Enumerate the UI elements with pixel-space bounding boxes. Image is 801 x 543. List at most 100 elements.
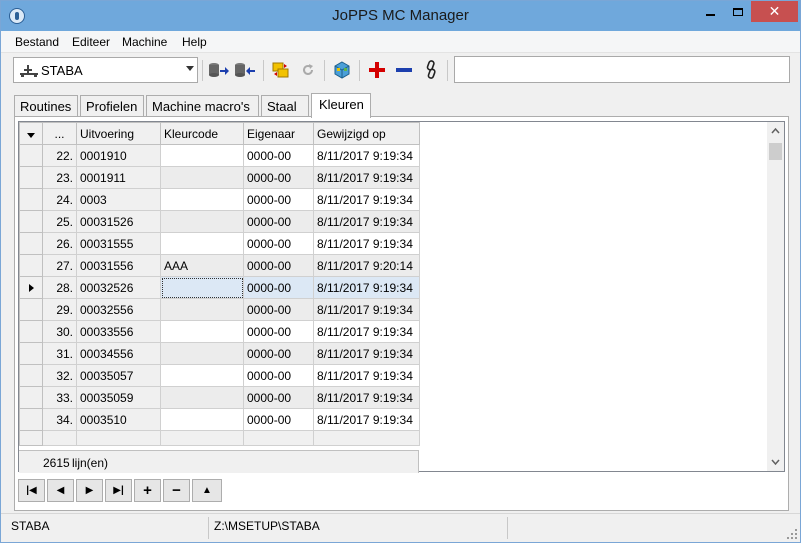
cell-eigenaar[interactable]: 0000-00 bbox=[243, 188, 314, 211]
column-selector-header[interactable] bbox=[19, 122, 43, 145]
cell-eigenaar[interactable]: 0000-00 bbox=[243, 342, 314, 365]
cell-kleurcode[interactable] bbox=[160, 166, 244, 189]
cell-kleurcode[interactable] bbox=[160, 298, 244, 321]
cell-gewijzigd[interactable]: 8/11/2017 9:19:34 bbox=[313, 342, 420, 365]
table-row[interactable]: 25. 00031526 0000-00 8/11/2017 9:19:34 bbox=[19, 210, 420, 233]
cell-uitvoering[interactable]: 00031526 bbox=[76, 210, 161, 233]
table-row[interactable]: 34. 0003510 0000-00 8/11/2017 9:19:34 bbox=[19, 408, 420, 431]
row-header[interactable] bbox=[19, 364, 43, 387]
cell-kleurcode[interactable] bbox=[160, 320, 244, 343]
cell-uitvoering[interactable]: 0001911 bbox=[76, 166, 161, 189]
cell-eigenaar[interactable]: 0000-00 bbox=[243, 320, 314, 343]
cell-uitvoering[interactable]: 00032556 bbox=[76, 298, 161, 321]
table-row[interactable]: 29. 00032556 0000-00 8/11/2017 9:19:34 bbox=[19, 298, 420, 321]
vertical-scrollbar[interactable] bbox=[767, 122, 784, 471]
copy-folder-button[interactable] bbox=[269, 59, 293, 81]
row-header[interactable] bbox=[19, 188, 43, 211]
cell-gewijzigd[interactable]: 8/11/2017 9:19:34 bbox=[313, 298, 420, 321]
cell-eigenaar[interactable]: 0000-00 bbox=[243, 408, 314, 431]
cell-eigenaar[interactable]: 0000-00 bbox=[243, 276, 314, 299]
table-row[interactable]: 30. 00033556 0000-00 8/11/2017 9:19:34 bbox=[19, 320, 420, 343]
cell-uitvoering[interactable]: 00035057 bbox=[76, 364, 161, 387]
cell-eigenaar[interactable]: 0000-00 bbox=[243, 298, 314, 321]
row-header[interactable] bbox=[19, 386, 43, 409]
machine-select[interactable]: STABA bbox=[13, 57, 198, 83]
cell-uitvoering[interactable]: 0003 bbox=[76, 188, 161, 211]
table-row-current[interactable]: 28. 00032526 0000-00 8/11/2017 9:19:34 bbox=[19, 276, 420, 299]
cell-kleurcode[interactable] bbox=[160, 144, 244, 167]
table-row[interactable]: 27. 00031556 AAA 0000-00 8/11/2017 9:20:… bbox=[19, 254, 420, 277]
cell-kleurcode-focused[interactable] bbox=[160, 276, 244, 299]
tab-machine-macros[interactable]: Machine macro's bbox=[146, 95, 259, 117]
refresh-button[interactable] bbox=[296, 59, 320, 81]
data-grid[interactable]: ... Uitvoering Kleurcode Eigenaar Gewijz… bbox=[18, 121, 785, 473]
export-db-button[interactable] bbox=[207, 59, 231, 81]
cell-uitvoering[interactable]: 00033556 bbox=[76, 320, 161, 343]
table-row[interactable]: 33. 00035059 0000-00 8/11/2017 9:19:34 bbox=[19, 386, 420, 409]
cell-kleurcode[interactable] bbox=[160, 188, 244, 211]
row-header[interactable] bbox=[19, 320, 43, 343]
row-header[interactable] bbox=[19, 298, 43, 321]
table-row[interactable]: 24. 0003 0000-00 8/11/2017 9:19:34 bbox=[19, 188, 420, 211]
cell-uitvoering[interactable]: 00031556 bbox=[76, 254, 161, 277]
tab-kleuren[interactable]: Kleuren bbox=[311, 93, 371, 118]
cell-kleurcode[interactable]: AAA bbox=[160, 254, 244, 277]
title-bar[interactable]: JoPPS MC Manager ✕ bbox=[1, 1, 800, 31]
tab-routines[interactable]: Routines bbox=[14, 95, 78, 117]
cell-eigenaar[interactable]: 0000-00 bbox=[243, 386, 314, 409]
cell-gewijzigd[interactable]: 8/11/2017 9:19:34 bbox=[313, 386, 420, 409]
add-button[interactable] bbox=[365, 59, 389, 81]
cell-gewijzigd[interactable]: 8/11/2017 9:19:34 bbox=[313, 364, 420, 387]
tab-profielen[interactable]: Profielen bbox=[80, 95, 144, 117]
column-header-eigenaar[interactable]: Eigenaar bbox=[243, 122, 314, 145]
cell-uitvoering[interactable]: 00032526 bbox=[76, 276, 161, 299]
cube-box-button[interactable] bbox=[330, 59, 354, 81]
post-record-button[interactable]: ▲ bbox=[192, 479, 222, 502]
first-record-button[interactable]: |◀ bbox=[18, 479, 45, 502]
column-header-gewijzigd[interactable]: Gewijzigd op bbox=[313, 122, 420, 145]
cell-eigenaar[interactable]: 0000-00 bbox=[243, 210, 314, 233]
cell-gewijzigd[interactable]: 8/11/2017 9:19:34 bbox=[313, 210, 420, 233]
column-header-uitvoering[interactable]: Uitvoering bbox=[76, 122, 161, 145]
row-header[interactable] bbox=[19, 342, 43, 365]
cell-uitvoering[interactable]: 0003510 bbox=[76, 408, 161, 431]
row-header[interactable] bbox=[19, 210, 43, 233]
cell-eigenaar[interactable]: 0000-00 bbox=[243, 166, 314, 189]
scroll-down-icon[interactable] bbox=[771, 457, 780, 466]
column-header-kleurcode[interactable]: Kleurcode bbox=[160, 122, 244, 145]
table-row[interactable]: 32. 00035057 0000-00 8/11/2017 9:19:34 bbox=[19, 364, 420, 387]
link-button[interactable] bbox=[419, 59, 443, 81]
tab-staal[interactable]: Staal bbox=[261, 95, 309, 117]
cell-kleurcode[interactable] bbox=[160, 408, 244, 431]
menu-help[interactable]: Help bbox=[182, 35, 207, 49]
cell-gewijzigd[interactable]: 8/11/2017 9:19:34 bbox=[313, 232, 420, 255]
cell-gewijzigd[interactable]: 8/11/2017 9:20:14 bbox=[313, 254, 420, 277]
table-row[interactable]: 31. 00034556 0000-00 8/11/2017 9:19:34 bbox=[19, 342, 420, 365]
menu-editeer[interactable]: Editeer bbox=[72, 35, 110, 49]
next-record-button[interactable]: ▶ bbox=[76, 479, 103, 502]
cell-eigenaar[interactable]: 0000-00 bbox=[243, 144, 314, 167]
row-header[interactable] bbox=[19, 144, 43, 167]
cell-kleurcode[interactable] bbox=[160, 210, 244, 233]
cell-gewijzigd[interactable]: 8/11/2017 9:19:34 bbox=[313, 320, 420, 343]
cell-eigenaar[interactable]: 0000-00 bbox=[243, 232, 314, 255]
cell-gewijzigd[interactable]: 8/11/2017 9:19:34 bbox=[313, 408, 420, 431]
row-header[interactable] bbox=[19, 232, 43, 255]
last-record-button[interactable]: ▶| bbox=[105, 479, 132, 502]
cell-kleurcode[interactable] bbox=[160, 232, 244, 255]
scroll-thumb[interactable] bbox=[769, 143, 782, 160]
cell-eigenaar[interactable]: 0000-00 bbox=[243, 364, 314, 387]
delete-record-button[interactable]: − bbox=[163, 479, 190, 502]
table-row[interactable]: 23. 0001911 0000-00 8/11/2017 9:19:34 bbox=[19, 166, 420, 189]
resize-grip-icon[interactable] bbox=[787, 529, 797, 539]
menu-bestand[interactable]: Bestand bbox=[15, 35, 59, 49]
column-header-num[interactable]: ... bbox=[42, 122, 77, 145]
add-record-button[interactable]: + bbox=[134, 479, 161, 502]
cell-uitvoering[interactable]: 00031555 bbox=[76, 232, 161, 255]
menu-machine[interactable]: Machine bbox=[122, 35, 167, 49]
import-db-button[interactable] bbox=[233, 59, 257, 81]
scroll-up-icon[interactable] bbox=[771, 127, 780, 136]
cell-gewijzigd[interactable]: 8/11/2017 9:19:34 bbox=[313, 276, 420, 299]
row-header[interactable] bbox=[19, 254, 43, 277]
cell-kleurcode[interactable] bbox=[160, 364, 244, 387]
